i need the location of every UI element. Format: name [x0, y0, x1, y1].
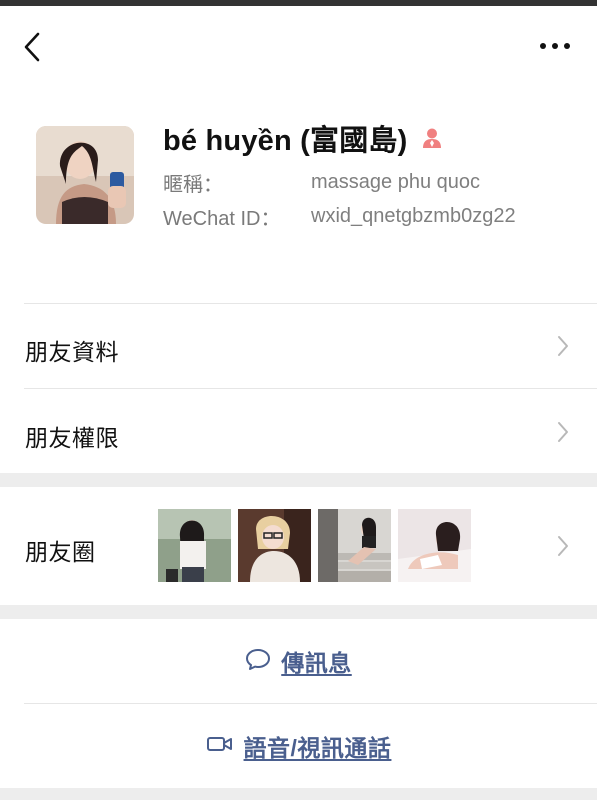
row-moments-label: 朋友圈 — [25, 539, 96, 565]
voice-video-call-label: 語音/視訊通話 — [243, 735, 392, 761]
wechat-id-value: wxid_qnetgbzmb0zg22 — [311, 205, 516, 227]
nickname-value: massage phu quoc — [311, 171, 481, 193]
wechat-id-label: WeChat ID： — [163, 208, 281, 230]
navigation-bar — [0, 6, 597, 90]
row-friend-info-label: 朋友資料 — [25, 339, 119, 365]
section-gap — [0, 788, 597, 800]
female-person-icon — [421, 127, 443, 149]
chevron-left-icon — [24, 32, 40, 62]
avatar[interactable] — [36, 126, 134, 224]
profile-header: bé huyền (富國島) 暱稱： massage phu quoc WeCh… — [0, 90, 597, 302]
row-friend-info[interactable]: 朋友資料 — [0, 304, 597, 388]
back-button[interactable] — [18, 30, 48, 64]
more-dots-icon — [540, 43, 570, 49]
section-gap — [0, 605, 597, 619]
profile-name: bé huyền (富國島) — [163, 125, 408, 157]
row-friend-permissions[interactable]: 朋友權限 — [0, 389, 597, 473]
voice-video-call-button[interactable]: 語音/視訊通話 — [0, 704, 597, 788]
nickname-label: 暱稱： — [163, 174, 223, 196]
chat-bubble-icon — [245, 647, 271, 676]
moment-thumbnail[interactable] — [318, 509, 391, 582]
profile-name-row: bé huyền (富國島) — [163, 118, 443, 158]
moment-thumbnail[interactable] — [238, 509, 311, 582]
chevron-right-icon — [558, 536, 568, 556]
send-message-button[interactable]: 傳訊息 — [0, 619, 597, 703]
chevron-right-icon — [558, 422, 568, 442]
row-moments[interactable]: 朋友圈 — [0, 487, 597, 605]
row-friend-permissions-label: 朋友權限 — [25, 425, 119, 451]
moment-thumbnail[interactable] — [158, 509, 231, 582]
chevron-right-icon — [558, 336, 568, 356]
send-message-label: 傳訊息 — [281, 650, 352, 676]
moment-thumbnail[interactable] — [398, 509, 471, 582]
more-button[interactable] — [537, 36, 573, 56]
moments-thumbnails — [158, 509, 471, 583]
video-camera-icon — [206, 734, 234, 759]
section-gap — [0, 473, 597, 487]
